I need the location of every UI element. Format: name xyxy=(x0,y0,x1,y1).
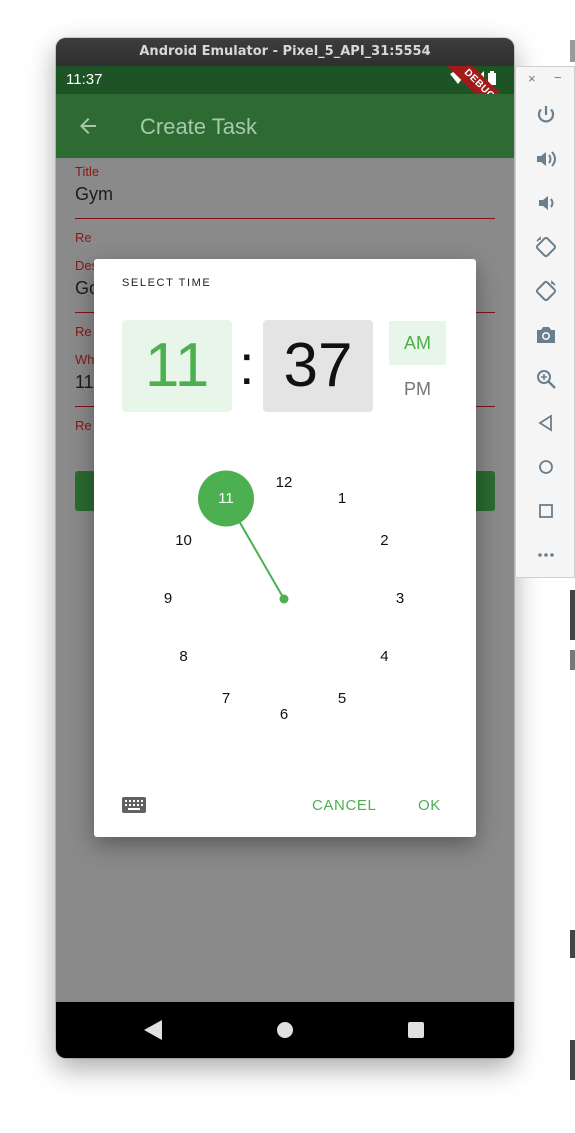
clock-center-dot xyxy=(279,594,289,604)
clock-number-9[interactable]: 9 xyxy=(153,589,183,609)
navigation-bar xyxy=(56,1002,514,1058)
emulator-toolbar: × − xyxy=(515,66,575,578)
back-icon[interactable] xyxy=(534,411,558,435)
clock-number-4[interactable]: 4 xyxy=(369,647,399,667)
keyboard-icon[interactable] xyxy=(122,797,146,815)
clock-number-8[interactable]: 8 xyxy=(169,647,199,667)
time-picker-dialog: SELECT TIME 11 : 37 AM PM 12 1 2 3 4 5 6 7 8 9 10 1… xyxy=(94,259,476,837)
volume-down-icon[interactable] xyxy=(534,191,558,215)
clock-number-3[interactable]: 3 xyxy=(385,589,415,609)
dialog-header: SELECT TIME xyxy=(122,277,212,289)
overview-icon[interactable] xyxy=(534,499,558,523)
background-window-edge xyxy=(570,40,575,62)
am-toggle[interactable]: AM xyxy=(389,321,446,365)
ok-button[interactable]: OK xyxy=(418,797,441,814)
power-icon[interactable] xyxy=(534,103,558,127)
nav-home-icon[interactable] xyxy=(277,1022,293,1038)
rotate-left-icon[interactable] xyxy=(534,235,558,259)
clock-number-7[interactable]: 7 xyxy=(211,689,241,709)
volume-up-icon[interactable] xyxy=(534,147,558,171)
clock-number-11[interactable]: 11 xyxy=(211,489,241,509)
clock-number-5[interactable]: 5 xyxy=(327,689,357,709)
toolbar-close-button[interactable]: × xyxy=(528,71,536,86)
cancel-button[interactable]: CANCEL xyxy=(312,797,376,814)
rotate-right-icon[interactable] xyxy=(534,279,558,303)
clock-number-6[interactable]: 6 xyxy=(269,705,299,725)
background-window-edge xyxy=(570,590,575,640)
zoom-icon[interactable] xyxy=(534,367,558,391)
clock-number-10[interactable]: 10 xyxy=(169,531,199,551)
clock-number-12[interactable]: 12 xyxy=(269,473,299,493)
camera-icon[interactable] xyxy=(534,323,558,347)
more-icon[interactable] xyxy=(534,543,558,567)
time-separator: : xyxy=(239,333,255,396)
minute-display[interactable]: 37 xyxy=(263,320,373,412)
background-window-edge xyxy=(570,930,575,958)
hour-display[interactable]: 11 xyxy=(122,320,232,412)
pm-toggle[interactable]: PM xyxy=(389,367,446,411)
clock-dial[interactable]: 12 1 2 3 4 5 6 7 8 9 10 11 xyxy=(140,459,428,747)
toolbar-minimize-button[interactable]: − xyxy=(554,70,562,85)
clock-number-2[interactable]: 2 xyxy=(369,531,399,551)
background-window-edge xyxy=(570,650,575,670)
window-title: Android Emulator - Pixel_5_API_31:5554 xyxy=(56,38,514,66)
nav-overview-icon[interactable] xyxy=(408,1022,424,1038)
nav-back-icon[interactable] xyxy=(144,1020,162,1040)
clock-number-1[interactable]: 1 xyxy=(327,489,357,509)
home-icon[interactable] xyxy=(534,455,558,479)
background-window-edge xyxy=(570,1040,575,1080)
